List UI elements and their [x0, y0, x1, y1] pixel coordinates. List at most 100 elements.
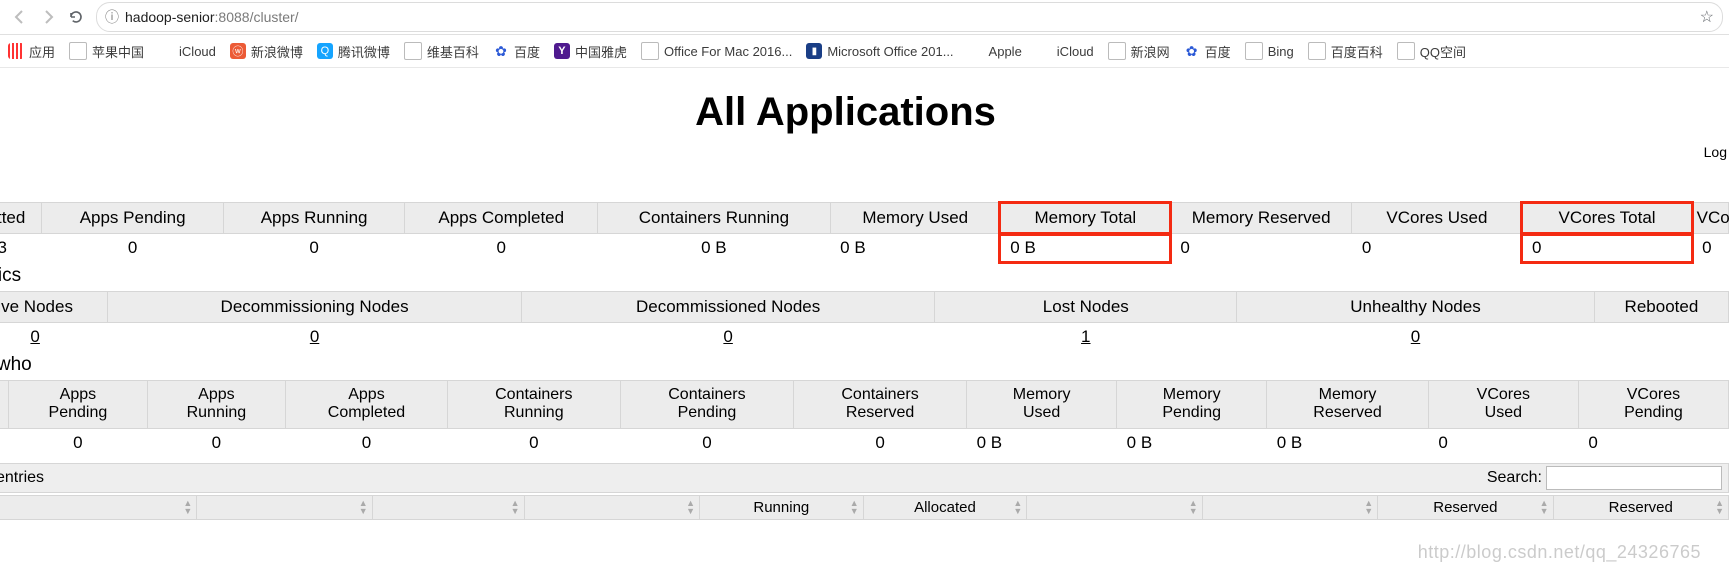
cluster-metrics-value: 0 [405, 234, 598, 263]
bookmark-label: Bing [1268, 44, 1294, 59]
cluster-metrics-value: 0 B [1000, 234, 1170, 263]
sort-icon: ▲▼ [1364, 499, 1373, 515]
bookmark-label: 百度 [1205, 42, 1231, 61]
nodes-metrics-value: 0 [0, 323, 108, 352]
user-metrics-value: 0 [9, 428, 148, 457]
url-text: hadoop-senior:8088/cluster/ [125, 9, 299, 25]
cluster-metrics-header: Apps Completed [405, 203, 598, 234]
apps-header[interactable]: Running▲▼ [700, 495, 864, 519]
apps-header[interactable]: Reserved▲▼ [1553, 495, 1728, 519]
apps-header[interactable]: ▲▼ [1027, 495, 1202, 519]
page-title: All Applications [0, 90, 1729, 135]
sort-icon: ▲▼ [850, 499, 859, 515]
user-metrics-header: VCoresPending [1578, 381, 1728, 429]
node-count-link[interactable]: 0 [30, 327, 39, 346]
baidu-icon: ✿ [1184, 43, 1200, 59]
bookmark-label: 百度 [514, 42, 540, 61]
nodes-metrics-value: 1 [935, 323, 1237, 352]
sort-icon: ▲▼ [359, 499, 368, 515]
nodes-metrics-header: Lost Nodes [935, 292, 1237, 323]
nodes-metrics-header: Decommissioned Nodes [521, 292, 935, 323]
bookmark-label: iCloud [179, 44, 216, 59]
file-icon [641, 42, 659, 60]
bookmark-item[interactable]: QQ空间 [1397, 42, 1466, 61]
bookmark-item[interactable]: Office For Mac 2016... [641, 42, 792, 60]
bookmarks-bar: 应用 苹果中国 iCloud ⓦ新浪微博 Q 腾讯微博 维基百科 ✿ 百度 Y中国雅虎 Office… [0, 35, 1729, 68]
bookmark-item[interactable]: 维基百科 [404, 42, 479, 61]
user-metrics-header: MemoryUsed [967, 381, 1117, 429]
user-metrics-header: ContainersReserved [794, 381, 967, 429]
apps-header[interactable]: ▲▼ [1202, 495, 1377, 519]
bookmark-item[interactable]: Y中国雅虎 [554, 42, 627, 61]
baidu-icon: ✿ [493, 43, 509, 59]
cluster-metrics-value: 0 [1170, 234, 1351, 263]
node-count-link[interactable]: 0 [1411, 327, 1420, 346]
file-icon [404, 42, 422, 60]
logged-in-link[interactable]: Log [1704, 144, 1727, 160]
bookmark-star-icon[interactable]: ☆ [1700, 7, 1714, 27]
cluster-metrics-header: mitted [0, 203, 42, 234]
cluster-metrics-value: 0 B [598, 234, 831, 263]
bookmark-item[interactable]: 苹果中国 [69, 42, 144, 61]
apps-header[interactable]: ▲▼ [372, 495, 524, 519]
user-metrics-header: AppsCompleted [286, 381, 448, 429]
nodes-metrics-value: 0 [1237, 323, 1595, 352]
bookmark-label: 新浪网 [1131, 42, 1170, 61]
nodes-metrics-value: 0 [521, 323, 935, 352]
bookmark-item[interactable]: ✿ 百度 [1184, 42, 1231, 61]
apps-header[interactable]: Allocated▲▼ [863, 495, 1027, 519]
qq-icon: Q [317, 43, 333, 59]
bookmark-item[interactable]: iCloud [1036, 43, 1094, 59]
file-icon [1245, 42, 1263, 60]
bookmark-label: 百度百科 [1331, 42, 1383, 61]
sort-icon: ▲▼ [1540, 499, 1549, 515]
nodes-metrics-value [1594, 323, 1728, 352]
user-metrics-header: AppsRunning [147, 381, 286, 429]
apps-header[interactable]: ▲▼ [524, 495, 699, 519]
reload-button[interactable] [62, 3, 90, 31]
bookmark-item[interactable]: 应用 [8, 42, 55, 61]
forward-button[interactable] [34, 3, 62, 31]
weibo-icon: ⓦ [230, 43, 246, 59]
bookmark-label: Microsoft Office 201... [827, 44, 953, 59]
nodes-metrics-header: Unhealthy Nodes [1237, 292, 1595, 323]
user-metrics-header: AppsPending [9, 381, 148, 429]
node-count-link[interactable]: 0 [723, 327, 732, 346]
user-metrics-value: 0 B [1267, 428, 1429, 457]
bookmark-item[interactable]: 百度百科 [1308, 42, 1383, 61]
cluster-metrics-value: 0 [1352, 234, 1522, 263]
bookmark-label: 维基百科 [427, 42, 479, 61]
bookmark-item[interactable]: Q 腾讯微博 [317, 42, 390, 61]
cluster-metrics-table: mittedApps PendingApps RunningApps Compl… [0, 202, 1729, 262]
user-metrics-value: 0 [794, 428, 967, 457]
apps-header[interactable]: ▲▼ [0, 495, 197, 519]
back-button[interactable] [6, 3, 34, 31]
search-input[interactable] [1546, 466, 1722, 490]
user-metrics-value: 0 [620, 428, 793, 457]
cluster-metrics-header: VCo [1692, 203, 1728, 234]
bookmark-item[interactable]: Apple [968, 43, 1022, 59]
bookmark-label: 苹果中国 [92, 42, 144, 61]
apps-header[interactable]: ▲▼ [197, 495, 372, 519]
address-bar[interactable]: ⓘ hadoop-senior:8088/cluster/ ☆ [96, 2, 1723, 32]
cluster-metrics-header: VCores Total [1522, 203, 1692, 234]
file-icon [1108, 42, 1126, 60]
bookmark-item[interactable]: 新浪网 [1108, 42, 1170, 61]
user-metrics-header: ContainersRunning [447, 381, 620, 429]
bookmark-item[interactable]: ⓦ新浪微博 [230, 42, 303, 61]
node-count-link[interactable]: 1 [1081, 327, 1090, 346]
cluster-metrics-header: Apps Pending [42, 203, 223, 234]
bookmark-item[interactable]: ▮Microsoft Office 201... [806, 43, 953, 59]
bookmark-item[interactable]: iCloud [158, 43, 216, 59]
apple-icon [1036, 43, 1052, 59]
bookmark-label: iCloud [1057, 44, 1094, 59]
site-info-icon[interactable]: ⓘ [105, 7, 119, 27]
node-count-link[interactable]: 0 [310, 327, 319, 346]
bookmark-label: 腾讯微博 [338, 42, 390, 61]
user-metrics-value: 0 [286, 428, 448, 457]
bookmark-item[interactable]: ✿ 百度 [493, 42, 540, 61]
apple-icon [968, 43, 984, 59]
apps-header[interactable]: Reserved▲▼ [1378, 495, 1553, 519]
nodes-metrics-value: 0 [108, 323, 522, 352]
bookmark-item[interactable]: Bing [1245, 42, 1294, 60]
